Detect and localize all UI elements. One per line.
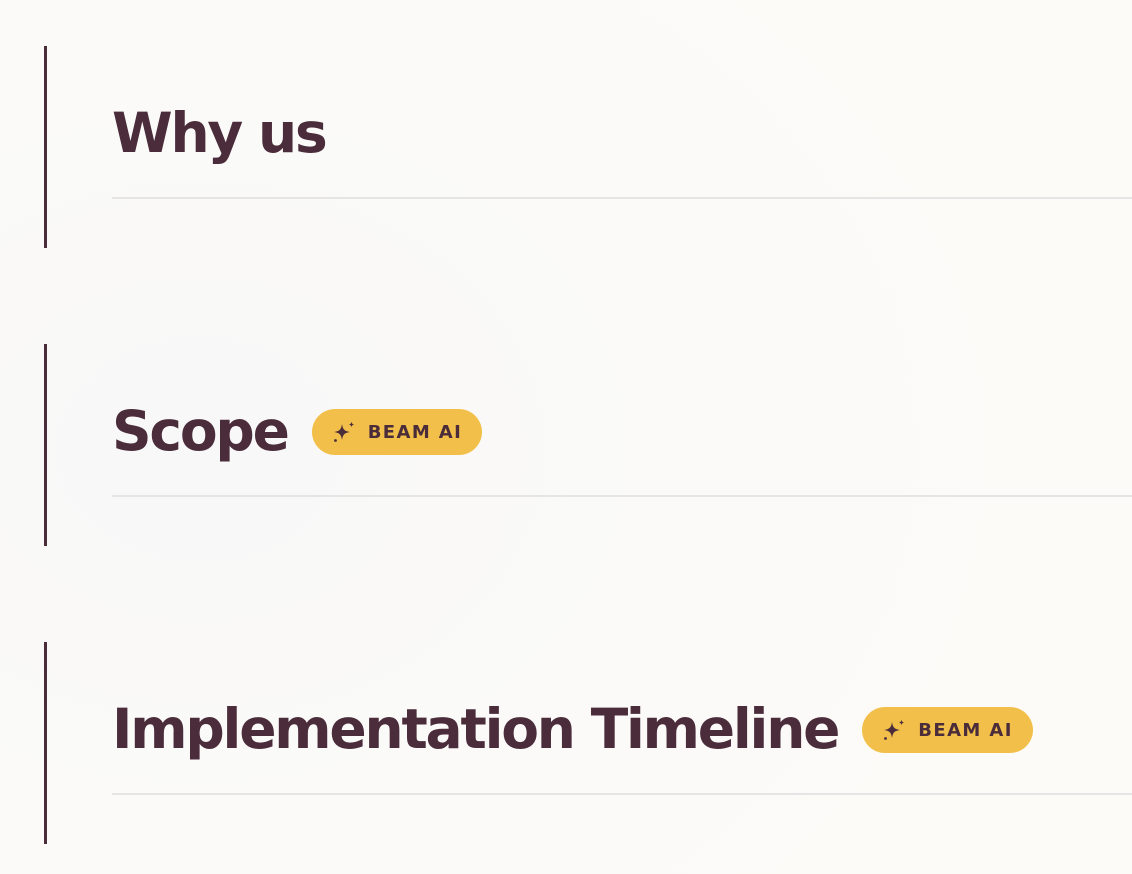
section-header: Why us <box>112 98 328 168</box>
section-content: Implementation Timeline BEAM AI <box>112 642 1132 844</box>
beam-ai-button[interactable]: BEAM AI <box>311 409 483 455</box>
section-header: Implementation Timeline BEAM AI <box>112 694 1033 764</box>
sparkle-icon <box>884 719 905 740</box>
section-divider <box>112 197 1132 199</box>
section-scope: Scope BEAM AI <box>44 344 1132 546</box>
section-title[interactable]: Implementation Timeline <box>112 701 840 757</box>
section-why-us: Why us <box>44 46 1132 248</box>
section-content: Why us <box>112 46 1132 248</box>
badge-label: BEAM AI <box>367 421 463 443</box>
badge-label: BEAM AI <box>918 719 1013 741</box>
section-divider <box>112 793 1132 795</box>
section-header: Scope BEAM AI <box>112 396 483 466</box>
section-content: Scope BEAM AI <box>112 344 1132 546</box>
sparkle-icon <box>333 421 355 442</box>
section-title[interactable]: Scope <box>112 403 290 459</box>
section-title[interactable]: Why us <box>112 105 328 161</box>
beam-ai-button[interactable]: BEAM AI <box>862 707 1033 753</box>
section-implementation-timeline: Implementation Timeline BEAM AI <box>44 642 1132 844</box>
section-divider <box>112 495 1132 497</box>
